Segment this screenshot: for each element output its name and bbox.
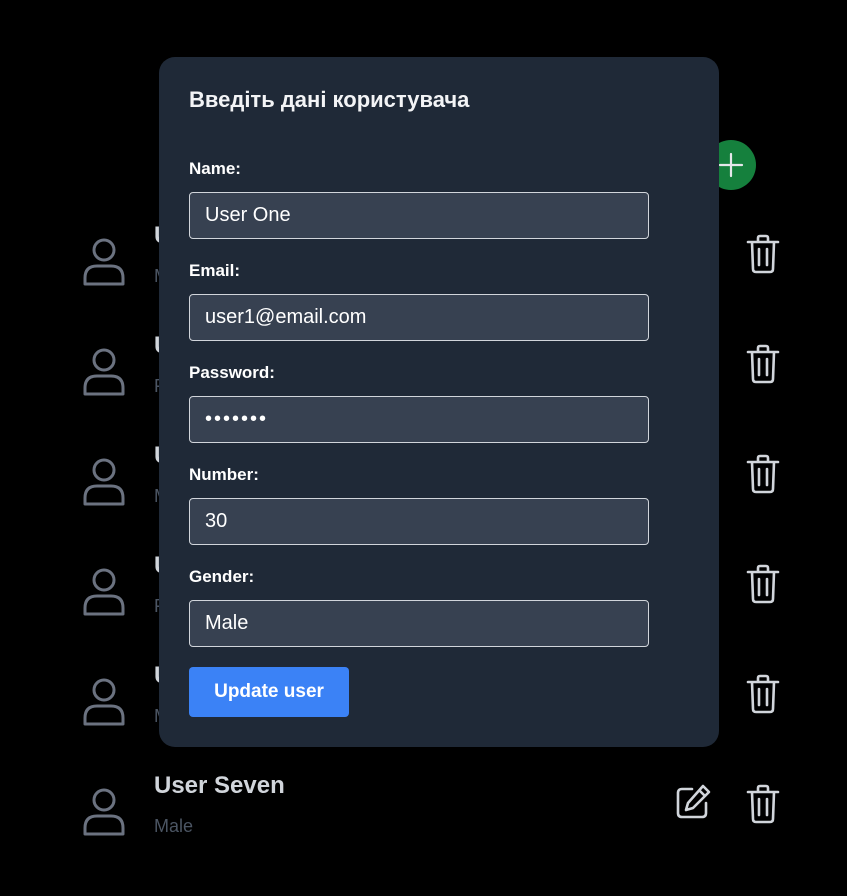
user-name: User Seven xyxy=(154,772,285,799)
number-label: Number: xyxy=(189,465,259,484)
trash-icon[interactable] xyxy=(745,234,781,274)
modal-title: Введіть дані користувача xyxy=(189,87,470,112)
user-avatar-icon xyxy=(83,788,125,836)
email-input[interactable] xyxy=(189,294,649,341)
name-input[interactable] xyxy=(189,192,649,239)
user-avatar-icon xyxy=(83,568,125,616)
user-avatar-icon xyxy=(83,238,125,286)
user-avatar-icon xyxy=(83,348,125,396)
plus-icon xyxy=(718,152,744,178)
number-input[interactable] xyxy=(189,498,649,545)
gender-label: Gender: xyxy=(189,567,255,586)
trash-icon[interactable] xyxy=(745,344,781,384)
user-avatar-icon xyxy=(83,458,125,506)
edit-icon[interactable] xyxy=(674,783,712,821)
trash-icon[interactable] xyxy=(745,674,781,714)
password-label: Password: xyxy=(189,363,275,382)
list-item: User Seven Male xyxy=(0,772,847,896)
name-label: Name: xyxy=(189,159,241,178)
user-avatar-icon xyxy=(83,678,125,726)
password-input[interactable] xyxy=(189,396,649,443)
update-user-button[interactable]: Update user xyxy=(189,667,349,717)
trash-icon[interactable] xyxy=(745,784,781,824)
user-gender: Male xyxy=(154,816,194,836)
email-label: Email: xyxy=(189,261,241,280)
trash-icon[interactable] xyxy=(745,454,781,494)
edit-user-modal: Введіть дані користувача Name: Email: Pa… xyxy=(159,57,719,747)
gender-input[interactable] xyxy=(189,600,649,647)
trash-icon[interactable] xyxy=(745,564,781,604)
